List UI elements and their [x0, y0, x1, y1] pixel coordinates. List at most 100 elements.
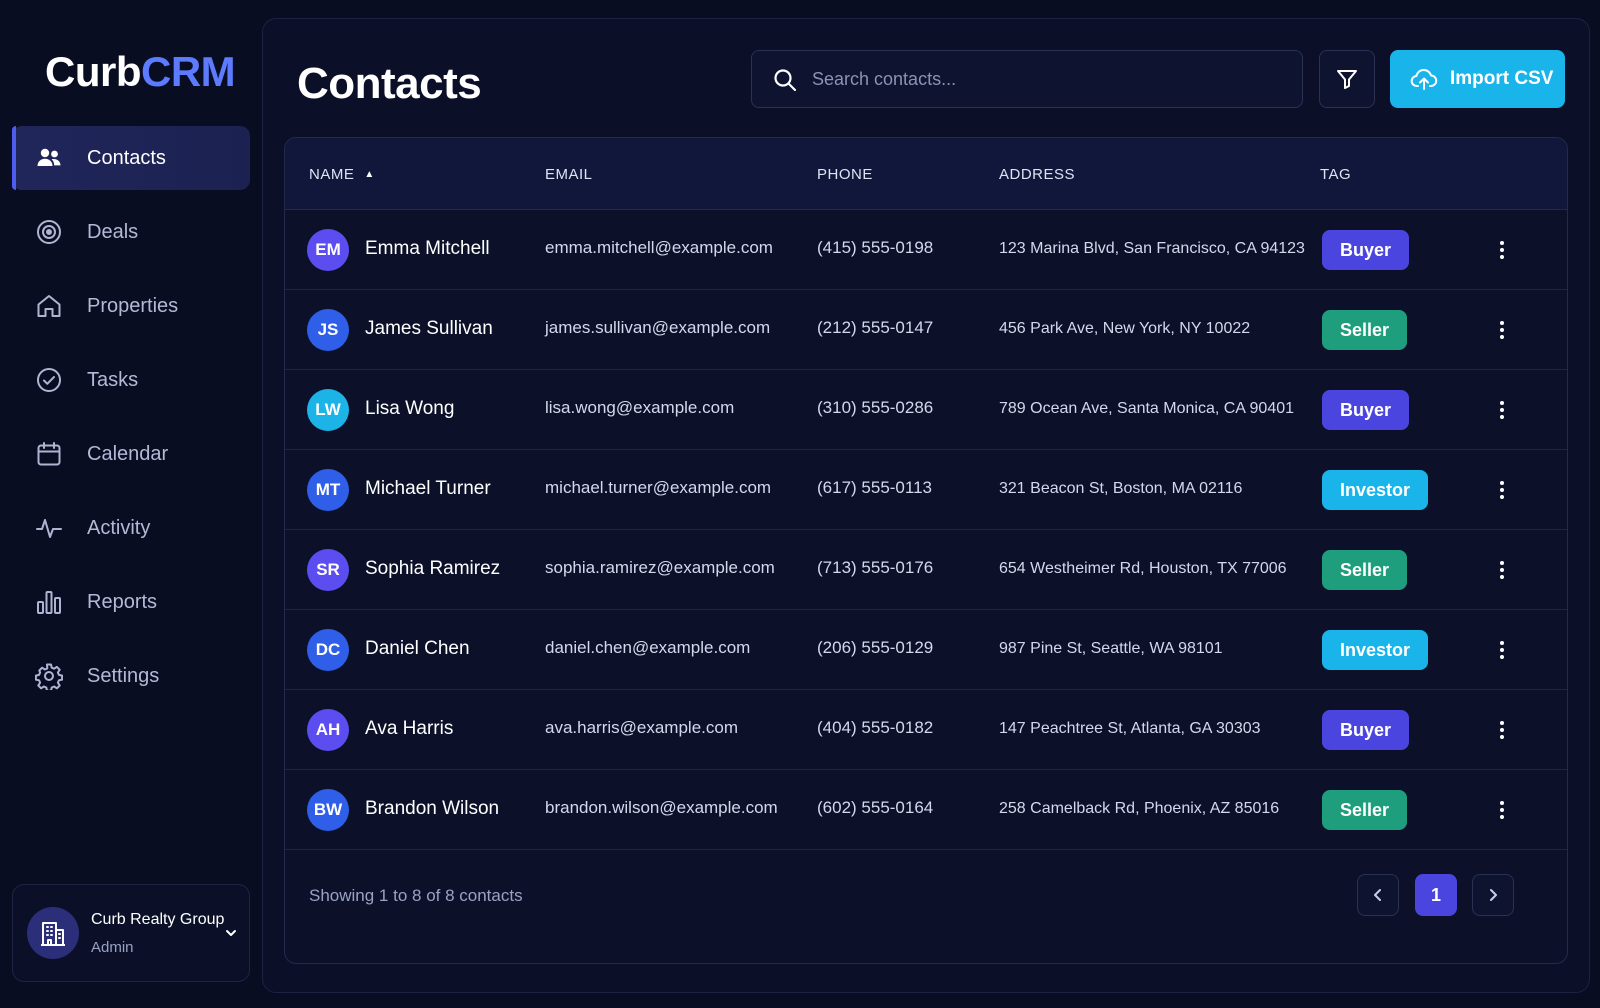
contact-address: 456 Park Ave, New York, NY 10022 [999, 320, 1251, 337]
contact-phone: (310) 555-0286 [817, 398, 934, 417]
tag-badge: Investor [1322, 630, 1429, 670]
contact-email[interactable]: michael.turner@example.com [545, 478, 771, 498]
sidebar-item-deals[interactable]: Deals [12, 200, 250, 264]
home-icon [35, 292, 63, 320]
sidebar-item-label: Deals [87, 220, 139, 243]
sidebar-nav: Contacts Deals Properties Tasks Calendar… [12, 126, 250, 718]
contact-address: 123 Marina Blvd, San Francisco, CA 94123 [999, 240, 1305, 257]
contact-name[interactable]: Ava Harris [365, 718, 453, 740]
contact-email[interactable]: lisa.wong@example.com [545, 398, 734, 418]
sidebar-item-settings[interactable]: Settings [12, 644, 250, 708]
more-options-icon[interactable] [1490, 394, 1514, 426]
table-row[interactable]: EM Emma Mitchell emma.mitchell@example.c… [285, 210, 1567, 290]
tag-badge: Investor [1322, 470, 1429, 510]
sidebar-item-contacts[interactable]: Contacts [12, 126, 250, 190]
avatar: JS [307, 309, 349, 351]
more-options-icon[interactable] [1490, 714, 1514, 746]
contact-phone: (713) 555-0176 [817, 558, 934, 577]
more-options-icon[interactable] [1490, 314, 1514, 346]
next-page-button[interactable] [1472, 874, 1514, 916]
sidebar-item-label: Settings [87, 664, 160, 687]
sidebar-item-label: Properties [87, 294, 179, 317]
brand-logo-part2: CRM [141, 48, 236, 95]
more-options-icon[interactable] [1490, 554, 1514, 586]
contact-email[interactable]: brandon.wilson@example.com [545, 798, 778, 818]
bar-chart-icon [35, 588, 63, 616]
previous-page-button[interactable] [1357, 874, 1399, 916]
avatar: EM [307, 229, 349, 271]
column-header-address[interactable]: ADDRESS [999, 166, 1075, 183]
table-row[interactable]: AH Ava Harris ava.harris@example.com (40… [285, 690, 1567, 770]
filter-button[interactable] [1319, 50, 1375, 108]
column-header-email[interactable]: EMAIL [545, 166, 593, 183]
contact-address: 789 Ocean Ave, Santa Monica, CA 90401 [999, 400, 1295, 417]
more-options-icon[interactable] [1490, 794, 1514, 826]
contacts-table: NAME ▲ EMAIL PHONE ADDRESS TAG EM Emma Mi… [284, 137, 1568, 964]
search-input[interactable] [812, 51, 1282, 107]
import-csv-label: Import CSV [1450, 68, 1554, 89]
page-title: Contacts [297, 59, 482, 108]
contact-phone: (415) 555-0198 [817, 238, 934, 257]
contact-name[interactable]: Lisa Wong [365, 398, 454, 420]
column-header-name[interactable]: NAME ▲ [309, 166, 375, 183]
contact-email[interactable]: daniel.chen@example.com [545, 638, 750, 658]
sidebar-item-calendar[interactable]: Calendar [12, 422, 250, 486]
check-circle-icon [35, 366, 63, 394]
avatar: MT [307, 469, 349, 511]
page-button-current[interactable]: 1 [1415, 874, 1457, 916]
activity-icon [35, 514, 63, 542]
column-header-tag[interactable]: TAG [1320, 166, 1351, 183]
org-role: Admin [91, 939, 134, 956]
column-header-label: NAME [309, 166, 355, 183]
sidebar-item-activity[interactable]: Activity [12, 496, 250, 560]
chevron-left-icon [1374, 889, 1381, 901]
contact-name[interactable]: James Sullivan [365, 318, 493, 340]
contact-address: 258 Camelback Rd, Phoenix, AZ 85016 [999, 800, 1280, 817]
sidebar-item-properties[interactable]: Properties [12, 274, 250, 338]
contact-address: 654 Westheimer Rd, Houston, TX 77006 [999, 560, 1287, 577]
tag-badge: Seller [1322, 790, 1408, 830]
table-row[interactable]: SR Sophia Ramirez sophia.ramirez@example… [285, 530, 1567, 610]
contact-email[interactable]: emma.mitchell@example.com [545, 238, 773, 258]
sidebar-item-label: Tasks [87, 368, 139, 391]
filter-icon [1337, 70, 1357, 89]
table-body: EM Emma Mitchell emma.mitchell@example.c… [285, 210, 1567, 850]
contact-email[interactable]: james.sullivan@example.com [545, 318, 770, 338]
sidebar-item-reports[interactable]: Reports [12, 570, 250, 634]
column-header-phone[interactable]: PHONE [817, 166, 873, 183]
search-box[interactable] [751, 50, 1303, 108]
import-csv-button[interactable]: Import CSV [1390, 50, 1565, 108]
table-row[interactable]: LW Lisa Wong lisa.wong@example.com (310)… [285, 370, 1567, 450]
tag-badge: Seller [1322, 550, 1408, 590]
contact-phone: (602) 555-0164 [817, 798, 934, 817]
table-row[interactable]: BW Brandon Wilson brandon.wilson@example… [285, 770, 1567, 850]
contact-email[interactable]: ava.harris@example.com [545, 718, 738, 738]
contact-name[interactable]: Michael Turner [365, 478, 491, 500]
sidebar-item-tasks[interactable]: Tasks [12, 348, 250, 412]
avatar: LW [307, 389, 349, 431]
contact-phone: (212) 555-0147 [817, 318, 934, 337]
tag-badge: Buyer [1322, 390, 1410, 430]
building-icon [27, 907, 79, 959]
table-row[interactable]: MT Michael Turner michael.turner@example… [285, 450, 1567, 530]
table-row[interactable]: JS James Sullivan james.sullivan@example… [285, 290, 1567, 370]
contact-name[interactable]: Daniel Chen [365, 638, 470, 660]
table-row[interactable]: DC Daniel Chen daniel.chen@example.com (… [285, 610, 1567, 690]
contact-name[interactable]: Emma Mitchell [365, 238, 490, 260]
more-options-icon[interactable] [1490, 634, 1514, 666]
more-options-icon[interactable] [1490, 234, 1514, 266]
sidebar-item-label: Calendar [87, 442, 169, 465]
contact-phone: (206) 555-0129 [817, 638, 934, 657]
more-options-icon[interactable] [1490, 474, 1514, 506]
contact-phone: (404) 555-0182 [817, 718, 934, 737]
org-switcher[interactable]: Curb Realty Group Admin [12, 884, 250, 982]
contact-name[interactable]: Sophia Ramirez [365, 558, 500, 580]
contact-email[interactable]: sophia.ramirez@example.com [545, 558, 775, 578]
avatar: BW [307, 789, 349, 831]
sort-ascending-icon: ▲ [364, 169, 375, 180]
sidebar: CurbCRM Contacts Deals Properties Tasks … [0, 0, 262, 1008]
brand-logo[interactable]: CurbCRM [45, 46, 236, 98]
contact-name[interactable]: Brandon Wilson [365, 798, 499, 820]
pagination-summary: Showing 1 to 8 of 8 contacts [309, 886, 523, 905]
chevron-down-icon [226, 930, 236, 936]
